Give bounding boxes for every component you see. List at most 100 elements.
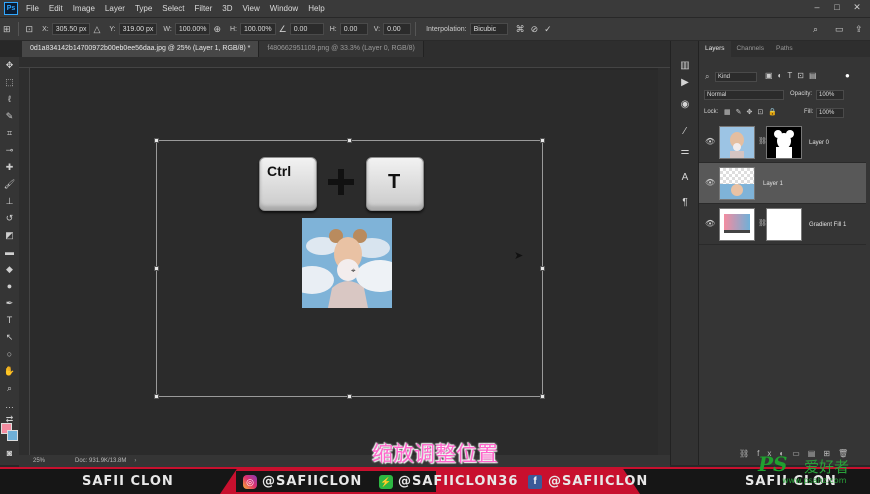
menu-type[interactable]: Type bbox=[135, 4, 152, 13]
actions-play-icon[interactable]: ▶ bbox=[678, 76, 692, 90]
eraser-tool-icon[interactable]: ◩ bbox=[3, 229, 16, 242]
warp-icon[interactable]: ⌘ bbox=[516, 24, 525, 35]
tab-paths[interactable]: Paths bbox=[770, 41, 799, 57]
layer-row-gradient[interactable]: 👁 ⛓ Gradient Fill 1 bbox=[699, 204, 866, 245]
more-tools-icon[interactable]: … bbox=[3, 399, 16, 412]
transform-handle-left[interactable] bbox=[154, 266, 159, 271]
move-tool-icon[interactable]: ✥ bbox=[3, 59, 16, 72]
kind-filter-select[interactable]: Kind bbox=[715, 72, 757, 82]
link-icon[interactable]: ⊕ bbox=[213, 24, 221, 35]
reference-point-icon[interactable]: ⊡ bbox=[26, 24, 34, 35]
paragraph-panel-icon[interactable]: ¶ bbox=[678, 196, 692, 210]
maximize-icon[interactable]: □ bbox=[830, 2, 844, 14]
hskew-field[interactable]: 0.00 bbox=[339, 23, 368, 35]
adjustments-icon[interactable]: ◉ bbox=[678, 98, 692, 112]
watermark-brand: PS bbox=[758, 452, 788, 476]
transform-handle-bottom[interactable] bbox=[347, 394, 352, 399]
brush-tool-icon[interactable]: 🖌 bbox=[3, 178, 16, 191]
history-brush-icon[interactable]: ↺ bbox=[3, 212, 16, 225]
lasso-tool-icon[interactable]: ℓ bbox=[3, 93, 16, 106]
x-field[interactable]: 305.50 px bbox=[51, 23, 91, 35]
transform-handle-top-left[interactable] bbox=[154, 138, 159, 143]
opacity-field[interactable]: 100% bbox=[816, 90, 844, 100]
menu-filter[interactable]: Filter bbox=[195, 4, 213, 13]
lock-options-icons[interactable]: ▦✎✥⊡🔒 bbox=[724, 108, 782, 116]
stamp-tool-icon[interactable]: ⊥ bbox=[3, 195, 16, 208]
hand-tool-icon[interactable]: ✋ bbox=[3, 365, 16, 378]
blur-tool-icon[interactable]: ◆ bbox=[3, 263, 16, 276]
zoom-tool-icon[interactable]: ⌕ bbox=[3, 382, 16, 395]
crop-tool-icon[interactable]: ⌗ bbox=[3, 127, 16, 140]
menu-window[interactable]: Window bbox=[270, 4, 298, 13]
height-field[interactable]: 100.00% bbox=[240, 23, 276, 35]
transform-handle-top[interactable] bbox=[347, 138, 352, 143]
photoshop-logo[interactable]: Ps bbox=[4, 2, 18, 15]
layer-name[interactable]: Layer 0 bbox=[809, 140, 829, 146]
angle-field[interactable]: 0.00 bbox=[289, 23, 324, 35]
tab-layers[interactable]: Layers bbox=[699, 41, 731, 57]
mouse-cursor-icon: ➤ bbox=[514, 250, 524, 262]
character-panel-icon[interactable]: A bbox=[678, 171, 692, 185]
vskew-field[interactable]: 0.00 bbox=[383, 23, 412, 35]
layer-row-0[interactable]: 👁 ⛓ Layer 0 bbox=[699, 122, 866, 163]
close-icon[interactable]: ✕ bbox=[850, 2, 864, 14]
delta-icon[interactable]: △ bbox=[93, 24, 100, 35]
eyedropper-tool-icon[interactable]: ⊸ bbox=[3, 144, 16, 157]
tab-document-2[interactable]: f480662951109.png @ 33.3% (Layer 0, RGB/… bbox=[259, 41, 424, 57]
interpolation-select[interactable]: Bicubic bbox=[469, 23, 508, 35]
properties-icon[interactable]: ⚌ bbox=[678, 145, 692, 159]
commit-transform-icon[interactable]: ✓ bbox=[544, 24, 552, 35]
brush-panel-icon[interactable]: ⁄ bbox=[678, 125, 692, 139]
layers-panel: Layers Channels Paths ⌕ Kind ▣◐T⊡▤ ● Nor… bbox=[698, 41, 870, 465]
layer-mask-thumbnail[interactable] bbox=[766, 126, 802, 159]
layer-name[interactable]: Gradient Fill 1 bbox=[809, 222, 846, 228]
transform-handle-top-right[interactable] bbox=[540, 138, 545, 143]
type-tool-icon[interactable]: T bbox=[3, 314, 16, 327]
gradient-tool-icon[interactable]: ▬ bbox=[3, 246, 16, 259]
menu-edit[interactable]: Edit bbox=[49, 4, 63, 13]
menu-help[interactable]: Help bbox=[308, 4, 324, 13]
blend-mode-select[interactable]: Normal bbox=[704, 90, 784, 100]
marquee-tool-icon[interactable]: ⬚ bbox=[3, 76, 16, 89]
layer-filter-icons[interactable]: ▣◐T⊡▤ bbox=[765, 71, 822, 80]
layer-row-1[interactable]: 👁 Layer 1 bbox=[699, 163, 866, 204]
visibility-eye-icon[interactable]: 👁 bbox=[705, 219, 715, 228]
layer-name[interactable]: Layer 1 bbox=[763, 181, 783, 187]
visibility-eye-icon[interactable]: 👁 bbox=[705, 137, 715, 146]
y-field[interactable]: 319.00 px bbox=[118, 23, 158, 35]
transform-tool-icon[interactable]: ⊞ bbox=[3, 24, 11, 35]
tab-channels[interactable]: Channels bbox=[731, 41, 770, 57]
width-field[interactable]: 100.00% bbox=[174, 23, 211, 35]
gradient-fill-thumbnail[interactable] bbox=[719, 208, 755, 241]
transform-handle-bottom-left[interactable] bbox=[154, 394, 159, 399]
layer-image-girl-bubblegum[interactable]: ⌖ bbox=[302, 218, 392, 308]
menu-image[interactable]: Image bbox=[73, 4, 95, 13]
pen-tool-icon[interactable]: ✒ bbox=[3, 297, 16, 310]
shape-tool-icon[interactable]: ○ bbox=[3, 348, 16, 361]
workspace-icon[interactable]: ▭ bbox=[835, 24, 844, 35]
menu-view[interactable]: View bbox=[243, 4, 260, 13]
path-select-tool-icon[interactable]: ↖ bbox=[3, 331, 16, 344]
watermark-url: www.psahz.com bbox=[782, 476, 847, 485]
transform-handle-right[interactable] bbox=[540, 266, 545, 271]
layer-mask-thumbnail[interactable] bbox=[766, 208, 802, 241]
filter-toggle-icon[interactable]: ● bbox=[845, 71, 850, 80]
visibility-eye-icon[interactable]: 👁 bbox=[705, 178, 715, 187]
cancel-transform-icon[interactable]: ⊘ bbox=[531, 24, 539, 35]
menu-layer[interactable]: Layer bbox=[105, 4, 125, 13]
healing-tool-icon[interactable]: ✚ bbox=[3, 161, 16, 174]
menu-file[interactable]: File bbox=[26, 4, 39, 13]
tab-document-1[interactable]: 0d1a834142b14700972b00eb0ee56daa.jpg @ 2… bbox=[22, 41, 260, 57]
filter-search-icon[interactable]: ⌕ bbox=[705, 72, 709, 82]
menu-select[interactable]: Select bbox=[162, 4, 184, 13]
quick-select-tool-icon[interactable]: ✎ bbox=[3, 110, 16, 123]
transform-handle-bottom-right[interactable] bbox=[540, 394, 545, 399]
history-panel-icon[interactable]: ▥ bbox=[678, 59, 692, 73]
menu-3d[interactable]: 3D bbox=[222, 4, 232, 13]
minimize-icon[interactable]: – bbox=[810, 2, 824, 14]
share-icon[interactable]: ⇪ bbox=[855, 24, 863, 35]
dodge-tool-icon[interactable]: ● bbox=[3, 280, 16, 293]
vertical-scrollbar[interactable] bbox=[658, 68, 670, 455]
search-icon[interactable]: ⌕ bbox=[813, 24, 818, 35]
fill-field[interactable]: 100% bbox=[816, 108, 844, 118]
